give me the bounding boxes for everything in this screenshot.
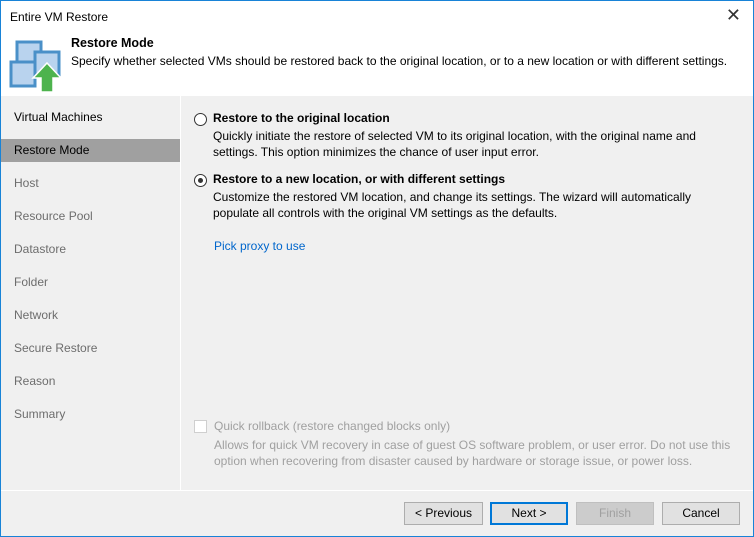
vm-restore-icon [9,40,63,92]
wizard-footer: < Previous Next > Finish Cancel [1,490,753,536]
step-reason: Reason [14,374,56,388]
step-datastore: Datastore [14,242,67,256]
quick-rollback-description: Allows for quick VM recovery in case of … [214,438,731,468]
previous-button[interactable]: < Previous [404,502,483,525]
wizard-steps: Virtual Machines Restore Mode Host Resou… [1,96,181,490]
quick-rollback-label: Quick rollback (restore changed blocks o… [214,419,451,433]
step-restore-mode[interactable]: Restore Mode [1,139,180,162]
window-title: Entire VM Restore [10,10,109,24]
step-resource-pool: Resource Pool [14,209,93,223]
finish-button: Finish [576,502,654,525]
title-bar: Entire VM Restore ✕ [1,1,753,32]
step-network: Network [14,308,59,322]
option-label[interactable]: Restore to a new location, or with diffe… [213,172,505,186]
wizard-window: Entire VM Restore ✕ Restore Mode Specify… [0,0,754,537]
step-secure-restore: Secure Restore [14,341,98,355]
option-description: Customize the restored VM location, and … [213,190,692,220]
radio-original-location[interactable] [194,113,207,126]
option-label[interactable]: Restore to the original location [213,111,390,125]
main-panel: Restore to the original location Quickly… [182,96,753,490]
option-description: Quickly initiate the restore of selected… [213,129,696,159]
quick-rollback-checkbox [194,420,207,433]
next-button[interactable]: Next > [490,502,568,525]
step-host: Host [14,176,39,190]
step-summary: Summary [14,407,66,421]
step-virtual-machines[interactable]: Virtual Machines [1,106,180,129]
radio-new-location[interactable] [194,174,207,187]
pick-proxy-link[interactable]: Pick proxy to use [214,239,305,253]
cancel-button[interactable]: Cancel [662,502,740,525]
step-folder: Folder [14,275,49,289]
page-title: Restore Mode [71,36,154,50]
page-description: Specify whether selected VMs should be r… [71,54,728,68]
close-icon[interactable]: ✕ [726,5,741,26]
wizard-header: Restore Mode Specify whether selected VM… [1,32,753,96]
